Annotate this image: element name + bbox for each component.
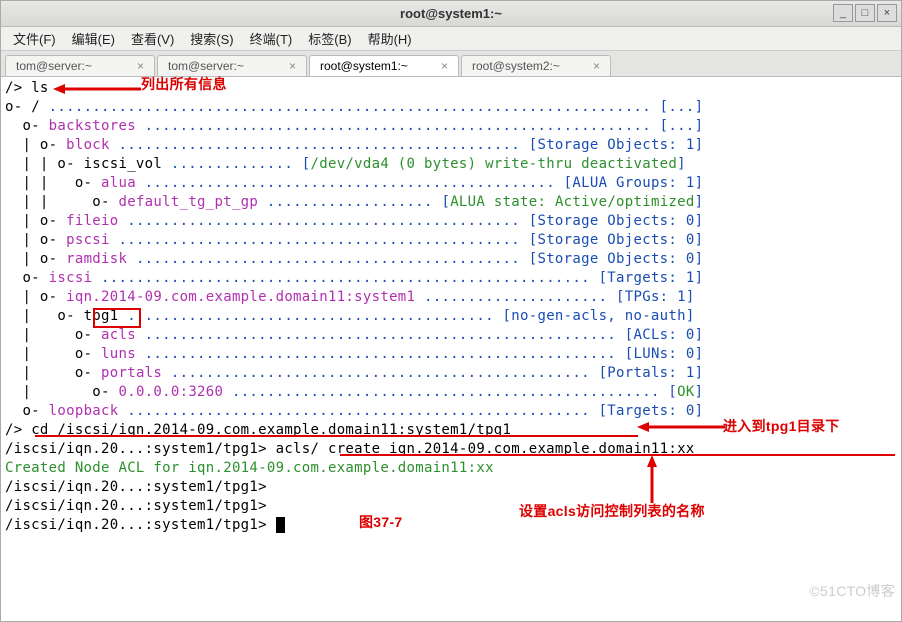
tabbar: tom@server:~ × tom@server:~ × root@system1… <box>1 51 901 77</box>
menu-edit[interactable]: 编辑(E) <box>66 27 121 50</box>
close-icon[interactable]: × <box>441 59 448 73</box>
menu-help[interactable]: 帮助(H) <box>362 27 418 50</box>
close-icon[interactable]: × <box>593 59 600 73</box>
term-line: | o- fileio ............................… <box>5 212 897 231</box>
menu-view[interactable]: 查看(V) <box>125 27 180 50</box>
terminal-area[interactable]: /> ls o- / .............................… <box>1 77 901 621</box>
close-button[interactable]: × <box>877 4 897 22</box>
term-line: o- backstores ..........................… <box>5 117 897 136</box>
window-buttons: _ □ × <box>833 4 897 22</box>
term-line: | o- acls ..............................… <box>5 326 897 345</box>
term-line: o- loopback ............................… <box>5 402 897 421</box>
term-line: o- / ...................................… <box>5 98 897 117</box>
term-line: /iscsi/iqn.20...:system1/tpg1> acls/ cre… <box>5 440 897 459</box>
term-line: | o- block .............................… <box>5 136 897 155</box>
term-line: /> ls <box>5 79 897 98</box>
term-line: /iscsi/iqn.20...:system1/tpg1> <box>5 478 897 497</box>
window-title: root@system1:~ <box>400 6 502 21</box>
term-line: | o- portals ...........................… <box>5 364 897 383</box>
maximize-button[interactable]: □ <box>855 4 875 22</box>
term-line: Created Node ACL for iqn.2014-09.com.exa… <box>5 459 897 478</box>
app-window: root@system1:~ _ □ × 文件(F) 编辑(E) 查看(V) 搜… <box>0 0 902 622</box>
tab-2[interactable]: root@system1:~ × <box>309 55 459 76</box>
tab-1[interactable]: tom@server:~ × <box>157 55 307 76</box>
close-icon[interactable]: × <box>137 59 144 73</box>
term-line: | | o- alua ............................… <box>5 174 897 193</box>
cursor <box>276 517 285 533</box>
term-line: | | o- iscsi_vol .............. [/dev/vd… <box>5 155 897 174</box>
menu-tabs[interactable]: 标签(B) <box>302 27 357 50</box>
menu-search[interactable]: 搜索(S) <box>184 27 239 50</box>
watermark: ©51CTO博客 <box>809 582 895 601</box>
term-line: | o- 0.0.0.0:3260 ......................… <box>5 383 897 402</box>
tab-label: root@system1:~ <box>320 59 408 73</box>
term-line: /iscsi/iqn.20...:system1/tpg1> <box>5 497 897 516</box>
menubar: 文件(F) 编辑(E) 查看(V) 搜索(S) 终端(T) 标签(B) 帮助(H… <box>1 27 901 51</box>
menu-terminal[interactable]: 终端(T) <box>244 27 299 50</box>
term-line: | o- ramdisk ...........................… <box>5 250 897 269</box>
tab-0[interactable]: tom@server:~ × <box>5 55 155 76</box>
term-line: /> cd /iscsi/iqn.2014-09.com.example.dom… <box>5 421 897 440</box>
titlebar: root@system1:~ _ □ × <box>1 1 901 27</box>
tab-label: tom@server:~ <box>16 59 92 73</box>
term-line: /iscsi/iqn.20...:system1/tpg1> <box>5 516 897 535</box>
term-line: o- iscsi ...............................… <box>5 269 897 288</box>
minimize-button[interactable]: _ <box>833 4 853 22</box>
tab-label: tom@server:~ <box>168 59 244 73</box>
tab-3[interactable]: root@system2:~ × <box>461 55 611 76</box>
term-line: | o- pscsi .............................… <box>5 231 897 250</box>
term-line: | o- iqn.2014-09.com.example.domain11:sy… <box>5 288 897 307</box>
tab-label: root@system2:~ <box>472 59 560 73</box>
term-line: | o- tpg1 ..............................… <box>5 307 897 326</box>
close-icon[interactable]: × <box>289 59 296 73</box>
term-line: | | o- default_tg_pt_gp ................… <box>5 193 897 212</box>
term-line: | o- luns ..............................… <box>5 345 897 364</box>
menu-file[interactable]: 文件(F) <box>7 27 62 50</box>
